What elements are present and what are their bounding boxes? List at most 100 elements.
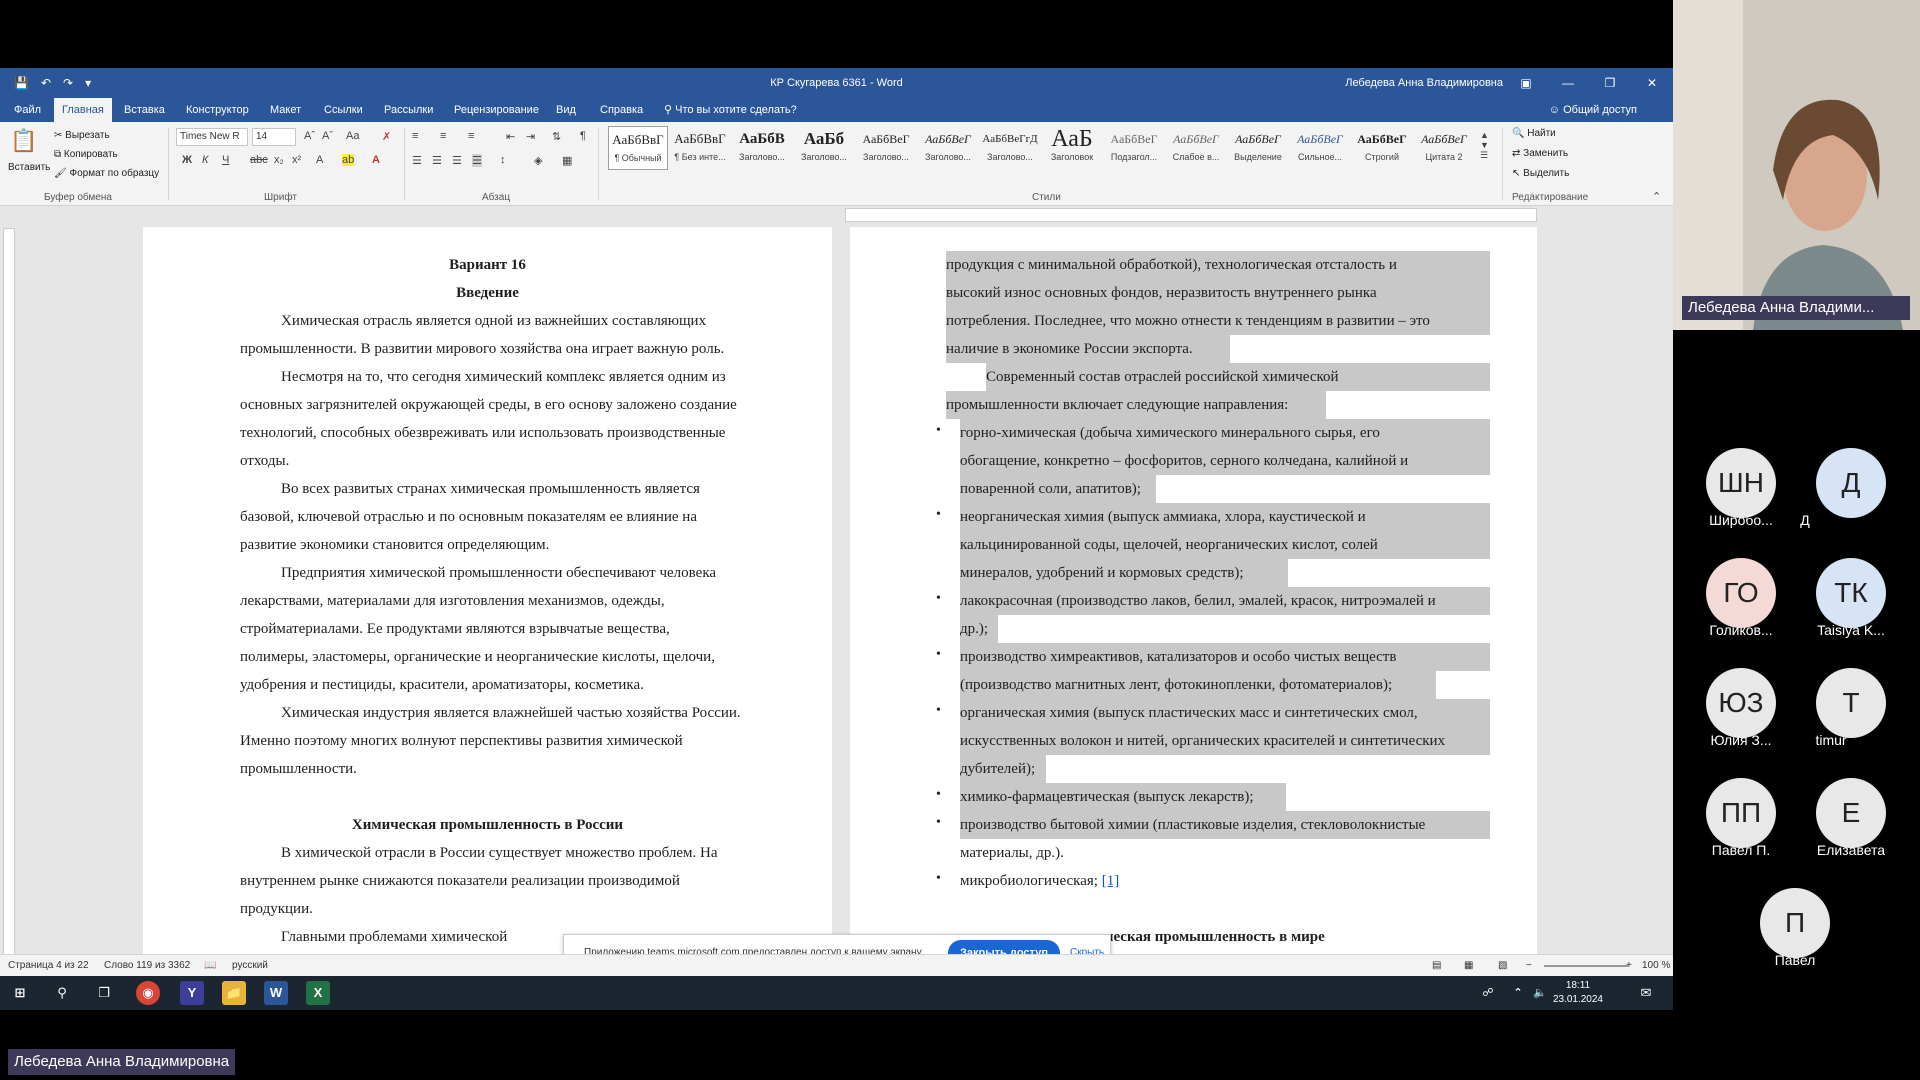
paste-button[interactable]: Вставить [8, 162, 50, 173]
tab-design[interactable]: Конструктор [178, 98, 257, 122]
tab-insert[interactable]: Вставка [116, 98, 173, 122]
web-layout-icon[interactable]: ▧ [1498, 955, 1507, 976]
font-name-box[interactable]: Times New R [176, 128, 248, 146]
tab-layout[interactable]: Макет [262, 98, 309, 122]
format-painter-button[interactable]: 🖌 Формат по образцу [54, 168, 159, 179]
yandex-browser-icon[interactable]: Y [180, 981, 204, 1005]
select-button[interactable]: ↖ Выделить [1512, 168, 1569, 179]
shading-icon[interactable]: ◈ [534, 154, 542, 167]
style-heading-4[interactable]: АаБбВеГ Заголово... [918, 126, 978, 170]
italic-icon[interactable]: К [202, 154, 208, 166]
participant-avatar[interactable]: Т [1816, 668, 1886, 738]
chrome-icon[interactable]: ◉ [136, 981, 160, 1005]
subscript-icon[interactable]: x₂ [274, 154, 284, 166]
zoom-in-icon[interactable]: + [1626, 955, 1632, 976]
zoom-level[interactable]: 100 % [1642, 955, 1670, 976]
presenter-video[interactable] [1673, 0, 1920, 330]
horizontal-ruler[interactable] [845, 208, 1537, 222]
vertical-ruler[interactable] [3, 228, 15, 958]
document-page-1[interactable]: Вариант 16 Введение Химическая отрасль я… [143, 227, 832, 976]
print-layout-icon[interactable]: ▦ [1464, 955, 1473, 976]
style-title[interactable]: АаБ Заголовок [1042, 126, 1102, 170]
style-heading-1[interactable]: АаБбВ Заголово... [732, 126, 792, 170]
change-case-icon[interactable]: Aa [346, 130, 359, 142]
font-color-icon[interactable]: A [372, 154, 380, 166]
styles-scroll-icon[interactable]: ▲ ▼ ☰ [1480, 130, 1489, 161]
style-heading-2[interactable]: АаБб Заголово... [794, 126, 854, 170]
tab-home[interactable]: Главная [54, 98, 112, 122]
shrink-font-icon[interactable]: Aˇ [322, 130, 333, 142]
read-mode-icon[interactable]: ▤ [1432, 955, 1441, 976]
increase-indent-icon[interactable]: ⇥ [526, 130, 535, 143]
clock[interactable]: 18:11 23.01.2024 [1553, 979, 1603, 1007]
search-icon[interactable]: ⚲ [50, 981, 74, 1005]
proofing-icon[interactable]: 📖 [204, 955, 216, 976]
tab-file[interactable]: Файл [6, 98, 49, 122]
bullets-icon[interactable]: ≡ [412, 130, 418, 142]
minimize-icon[interactable]: — [1547, 68, 1589, 98]
align-left-icon[interactable]: ☰ [412, 154, 422, 167]
style-intense-emphasis[interactable]: АаБбВеГ Сильное... [1290, 126, 1350, 170]
cut-button[interactable]: ✂ Вырезать [54, 130, 110, 141]
participant-avatar[interactable]: ГО [1706, 558, 1776, 628]
style-subtle-emphasis[interactable]: АаБбВеГ Слабое в... [1166, 126, 1226, 170]
font-size-box[interactable]: 14 [252, 128, 296, 146]
tab-review[interactable]: Рецензирование [446, 98, 547, 122]
show-hidden-icons[interactable]: ⌃ [1506, 981, 1530, 1005]
word-taskbar-icon[interactable]: W [264, 981, 288, 1005]
replace-button[interactable]: ⇄ Заменить [1512, 148, 1568, 159]
zoom-slider[interactable] [1544, 965, 1628, 967]
tab-view[interactable]: Вид [548, 98, 584, 122]
style-normal[interactable]: АаБбВвГ ¶ Обычный [608, 126, 668, 170]
style-quote-2[interactable]: АаБбВеГ Цитата 2 [1414, 126, 1474, 170]
sort-icon[interactable]: ⇅ [552, 130, 561, 143]
highlight-icon[interactable]: ab [342, 154, 355, 166]
document-page-2[interactable]: продукция с минимальной обработкой), тех… [850, 227, 1537, 976]
line-spacing-icon[interactable]: ↕ [500, 154, 506, 166]
bold-icon[interactable]: Ж [182, 154, 192, 166]
collapse-ribbon-icon[interactable]: ⌃ [1652, 190, 1661, 203]
network-icon[interactable]: ☍ [1476, 981, 1500, 1005]
tab-mailings[interactable]: Рассылки [376, 98, 441, 122]
participant-avatar[interactable]: ШН [1706, 448, 1776, 518]
text-effects-icon[interactable]: A [316, 154, 323, 166]
justify-icon[interactable]: ☰ [472, 154, 482, 167]
align-right-icon[interactable]: ☰ [452, 154, 462, 167]
style-emphasis[interactable]: АаБбВеГ Выделение [1228, 126, 1288, 170]
excel-taskbar-icon[interactable]: X [306, 981, 330, 1005]
pilcrow-icon[interactable]: ¶ [580, 130, 586, 142]
underline-icon[interactable]: Ч [222, 154, 229, 166]
style-subtitle[interactable]: АаБбВеГ Подзагол... [1104, 126, 1164, 170]
style-no-spacing[interactable]: АаБбВвГ ¶ Без инте... [670, 126, 730, 170]
strikethrough-icon[interactable]: abc [250, 154, 268, 166]
page-count[interactable]: Страница 4 из 22 [8, 955, 89, 976]
paste-icon[interactable]: 📋 [10, 128, 37, 154]
style-heading-5[interactable]: АаБбВеГгД Заголово... [980, 126, 1040, 170]
find-button[interactable]: 🔍 Найти [1512, 128, 1556, 139]
participant-avatar[interactable]: ПП [1706, 778, 1776, 848]
zoom-out-icon[interactable]: − [1526, 955, 1532, 976]
tab-help[interactable]: Справка [592, 98, 651, 122]
word-count[interactable]: Слово 119 из 3362 [104, 955, 190, 976]
ribbon-display-icon[interactable]: ▣ [1505, 68, 1547, 98]
numbering-icon[interactable]: ≡ [440, 130, 446, 142]
tell-me-search[interactable]: ⚲ Что вы хотите сделать? [656, 98, 805, 122]
style-strong[interactable]: АаБбВеГ Строгий [1352, 126, 1412, 170]
grow-font-icon[interactable]: Aˆ [304, 130, 315, 142]
language-indicator[interactable]: русский [232, 955, 268, 976]
tab-references[interactable]: Ссылки [316, 98, 371, 122]
footnote-link[interactable]: [1] [1102, 873, 1120, 889]
participant-avatar[interactable]: Е [1816, 778, 1886, 848]
borders-icon[interactable]: ▦ [562, 154, 572, 167]
multilevel-icon[interactable]: ≡ [468, 130, 474, 142]
style-heading-3[interactable]: АаБбВеГ Заголово... [856, 126, 916, 170]
task-view-icon[interactable]: ❐ [92, 981, 116, 1005]
windows-start-icon[interactable]: ⊞ [8, 981, 32, 1005]
close-icon[interactable]: ✕ [1631, 68, 1673, 98]
participant-avatar[interactable]: ТК [1816, 558, 1886, 628]
share-button[interactable]: ☺ Общий доступ [1549, 98, 1637, 122]
file-explorer-icon[interactable]: 📁 [222, 981, 246, 1005]
superscript-icon[interactable]: x² [292, 154, 301, 166]
restore-icon[interactable]: ❐ [1589, 68, 1631, 98]
decrease-indent-icon[interactable]: ⇤ [506, 130, 515, 143]
